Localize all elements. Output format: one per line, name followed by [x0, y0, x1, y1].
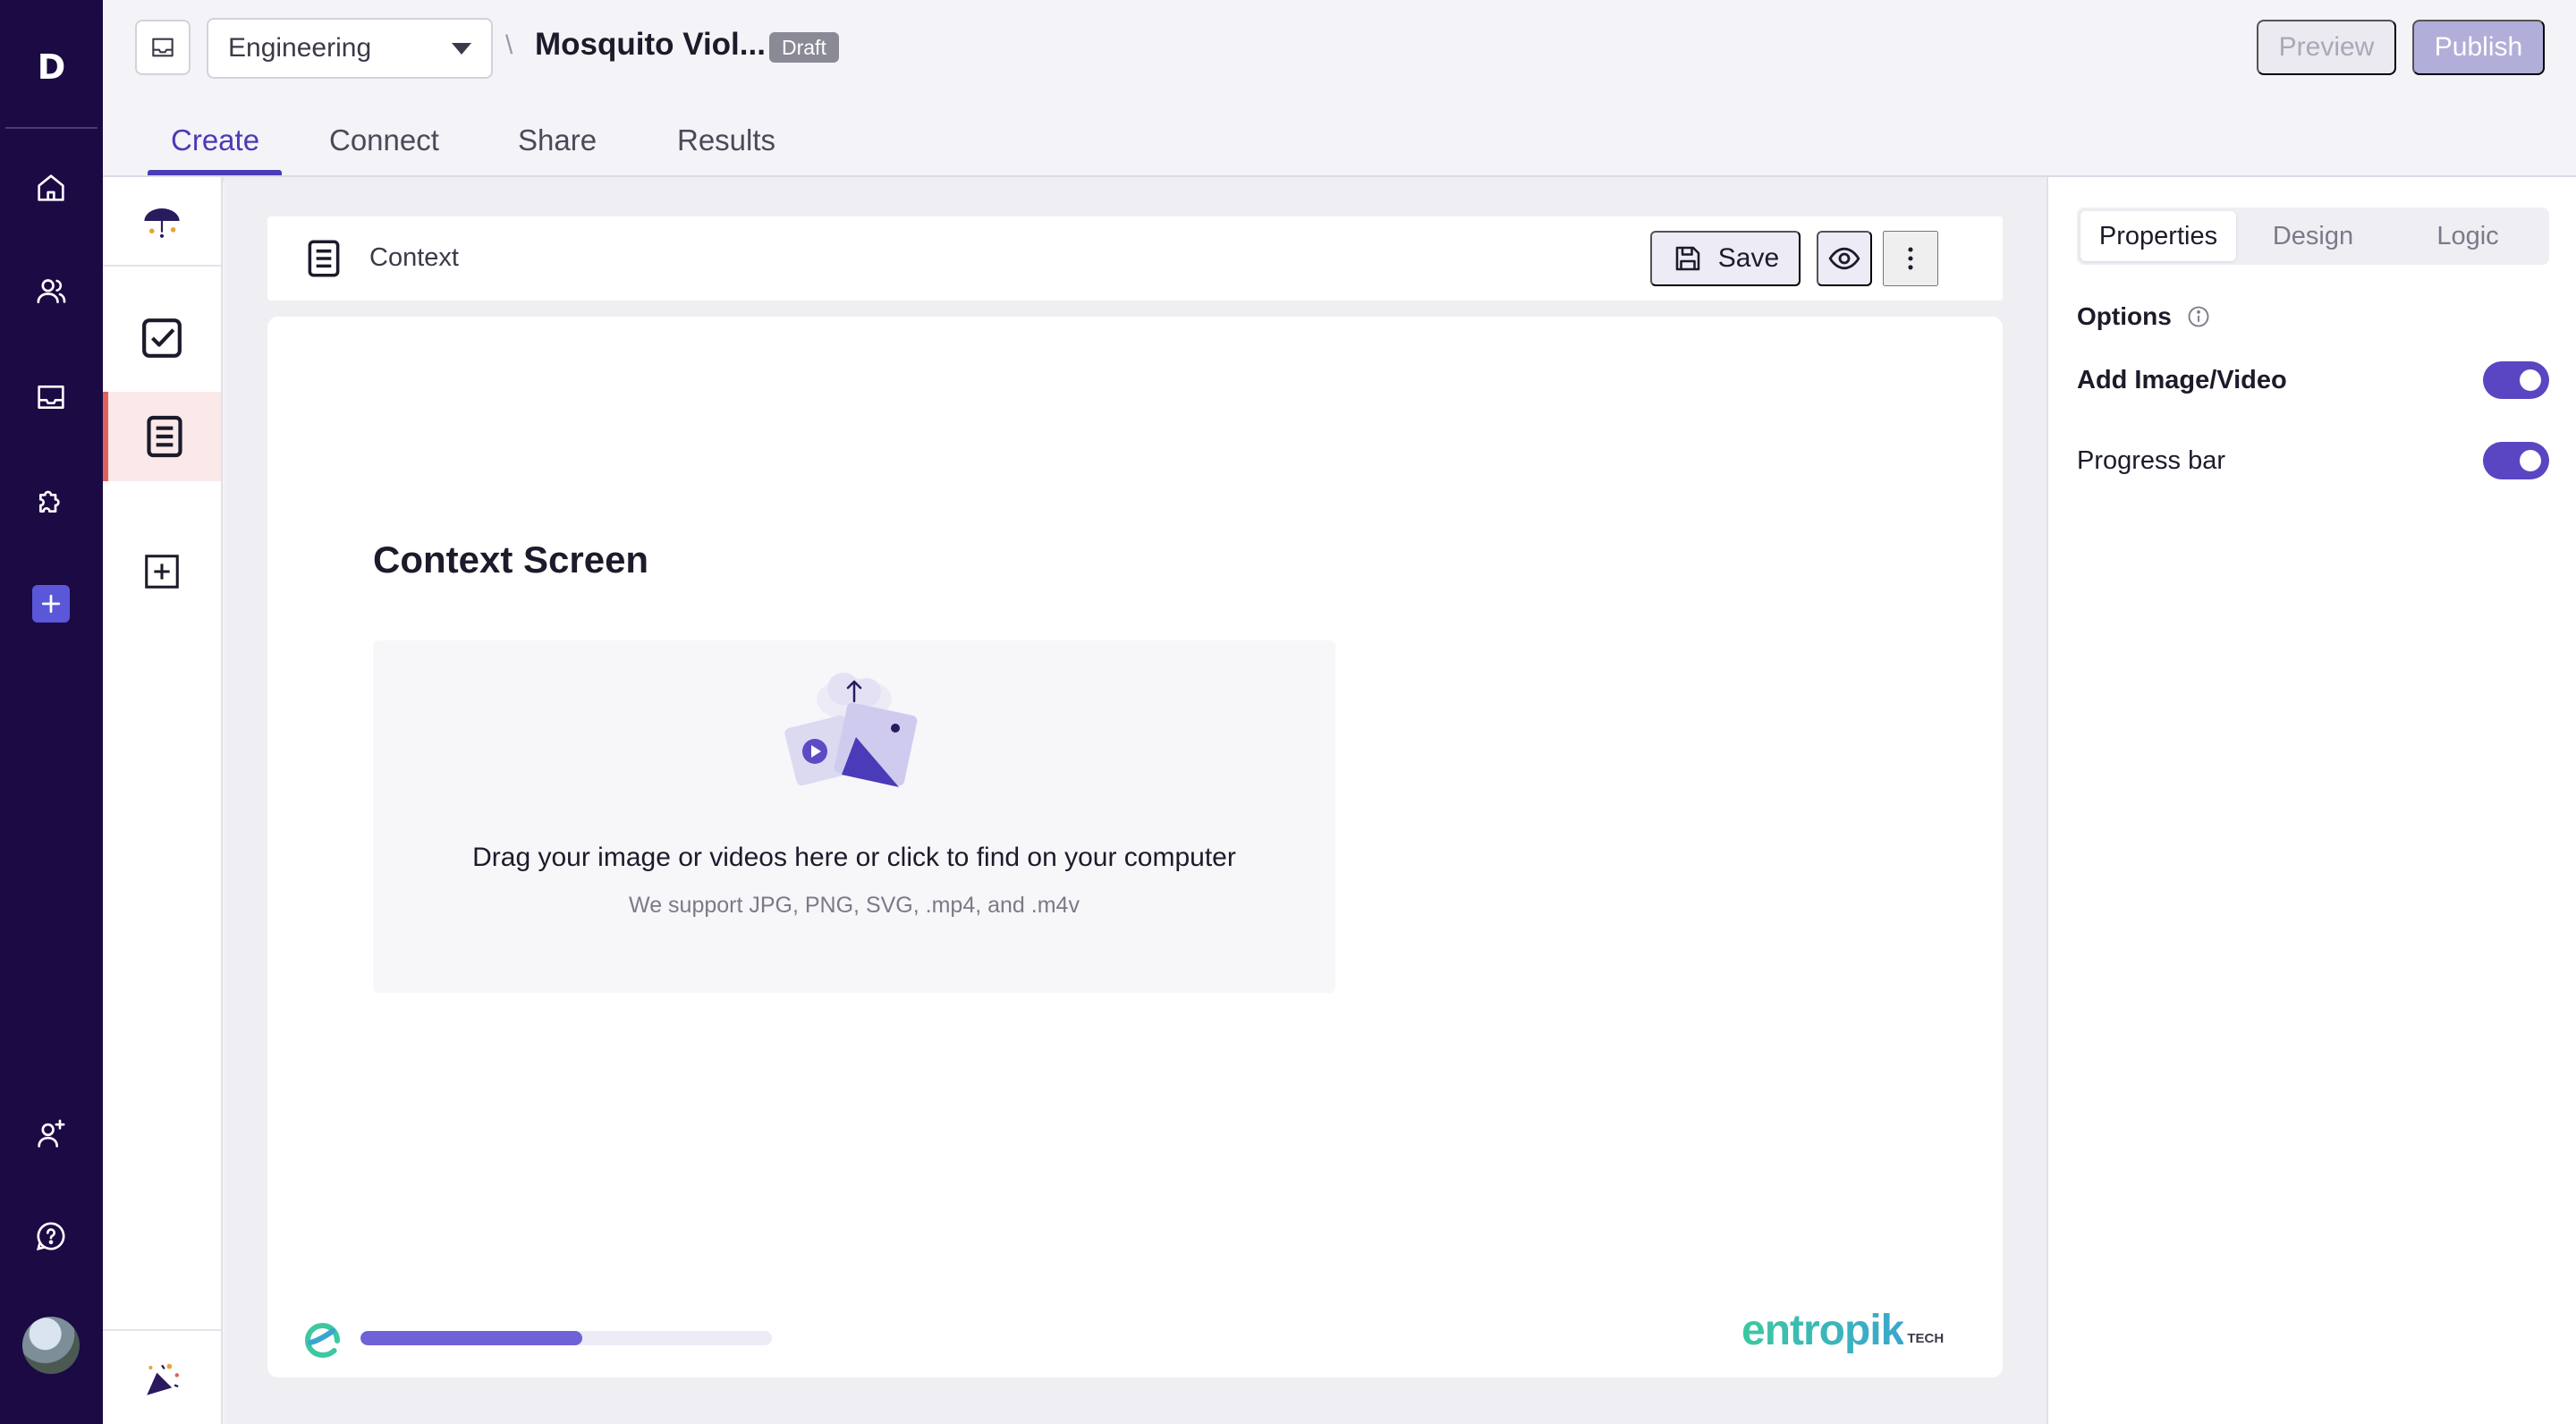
preview-button[interactable]: Preview: [2257, 20, 2396, 75]
save-button[interactable]: Save: [1650, 231, 1801, 286]
add-screen-button[interactable]: [103, 531, 221, 612]
umbrella-illustration-icon: [144, 208, 180, 238]
option-progress-bar: Progress bar: [2077, 438, 2549, 483]
progress-bar-toggle[interactable]: [2483, 442, 2549, 479]
more-options-button[interactable]: [1883, 231, 1938, 286]
tab-design[interactable]: Design: [2235, 211, 2391, 261]
option-label: Progress bar: [2077, 445, 2226, 475]
save-icon: [1675, 246, 1700, 271]
brand-suffix: TECH: [1907, 1331, 1945, 1346]
strip-divider: [103, 265, 221, 267]
study-title[interactable]: Mosquito Viol...: [535, 27, 766, 63]
plus-icon[interactable]: [32, 585, 70, 623]
brand-wordmark: entropik: [1741, 1307, 1904, 1354]
context-screen-thumb[interactable]: [103, 392, 221, 481]
caret-down-icon: [452, 42, 471, 55]
folder-button[interactable]: [135, 20, 191, 75]
publish-button[interactable]: Publish: [2412, 20, 2545, 75]
home-icon[interactable]: [30, 166, 72, 209]
options-heading: Options: [2077, 302, 2211, 331]
rail-divider: [5, 127, 97, 129]
top-header: Engineering \ Mosquito Viol... Draft Pre…: [103, 0, 2576, 177]
workspace-select-value: Engineering: [228, 33, 372, 63]
checkbox-icon: [142, 318, 182, 358]
status-badge: Draft: [769, 32, 839, 63]
info-icon[interactable]: [2186, 304, 2211, 329]
users-icon[interactable]: [30, 270, 72, 313]
tab-create[interactable]: Create: [171, 123, 259, 157]
screens-strip: [103, 177, 223, 1424]
plus-square-icon: [145, 555, 179, 589]
option-add-image-video: Add Image/Video: [2077, 358, 2549, 403]
preview-block-button[interactable]: [1817, 231, 1872, 286]
editor-area: Context Save Context Screen Drag your im…: [225, 177, 2046, 1424]
kebab-menu-icon: [1908, 247, 1913, 270]
inbox-icon: [152, 38, 174, 57]
tab-connect[interactable]: Connect: [329, 123, 439, 157]
strip-divider: [103, 1329, 221, 1331]
panel-tabs: Properties Design Logic: [2077, 208, 2549, 265]
breadcrumb-separator: \: [505, 30, 513, 60]
help-icon[interactable]: [30, 1215, 72, 1258]
properties-panel: Properties Design Logic Options Add Imag…: [2046, 177, 2576, 1424]
eye-icon: [1828, 247, 1860, 270]
tab-results[interactable]: Results: [677, 123, 775, 157]
add-image-video-toggle[interactable]: [2483, 361, 2549, 399]
screen-title[interactable]: Context Screen: [373, 538, 648, 581]
app-logo[interactable]: D: [0, 36, 103, 98]
upload-media-illustration-icon: [784, 673, 918, 787]
document-icon: [147, 415, 182, 458]
block-type-label: Context: [369, 243, 459, 272]
media-dropzone[interactable]: Drag your image or videos here or click …: [373, 640, 1335, 993]
tab-properties[interactable]: Properties: [2080, 211, 2236, 261]
screen-canvas: Context Screen Drag your image or videos…: [267, 317, 2003, 1377]
user-plus-icon[interactable]: [30, 1113, 72, 1156]
workspace-select[interactable]: Engineering: [207, 18, 493, 79]
thankyou-screen-thumb[interactable]: [103, 1349, 221, 1411]
tab-share[interactable]: Share: [518, 123, 597, 157]
options-heading-label: Options: [2077, 302, 2172, 330]
progress-bar-fill: [360, 1331, 583, 1345]
inbox-icon[interactable]: [30, 376, 72, 419]
nav-rail: D: [0, 0, 103, 1424]
option-label: Add Image/Video: [2077, 365, 2287, 394]
save-button-label: Save: [1717, 243, 1780, 273]
puzzle-icon[interactable]: [30, 479, 72, 522]
progress-bar: [360, 1331, 772, 1345]
document-icon: [308, 240, 340, 277]
avatar[interactable]: [22, 1317, 80, 1374]
welcome-screen-thumb[interactable]: [103, 190, 221, 252]
celebration-illustration-icon: [147, 1363, 180, 1395]
block-toolbar: Context Save: [267, 216, 2003, 301]
dropzone-formats: We support JPG, PNG, SVG, .mp4, and .m4v: [629, 893, 1080, 918]
tab-logic[interactable]: Logic: [2390, 211, 2546, 261]
entropik-e-logo-icon: [304, 1322, 340, 1359]
active-tab-indicator: [148, 170, 282, 175]
dropzone-instruction: Drag your image or videos here or click …: [472, 843, 1236, 872]
question-screen-thumb[interactable]: [103, 297, 221, 379]
entropik-logo: entropik TECH: [1741, 1306, 1944, 1355]
